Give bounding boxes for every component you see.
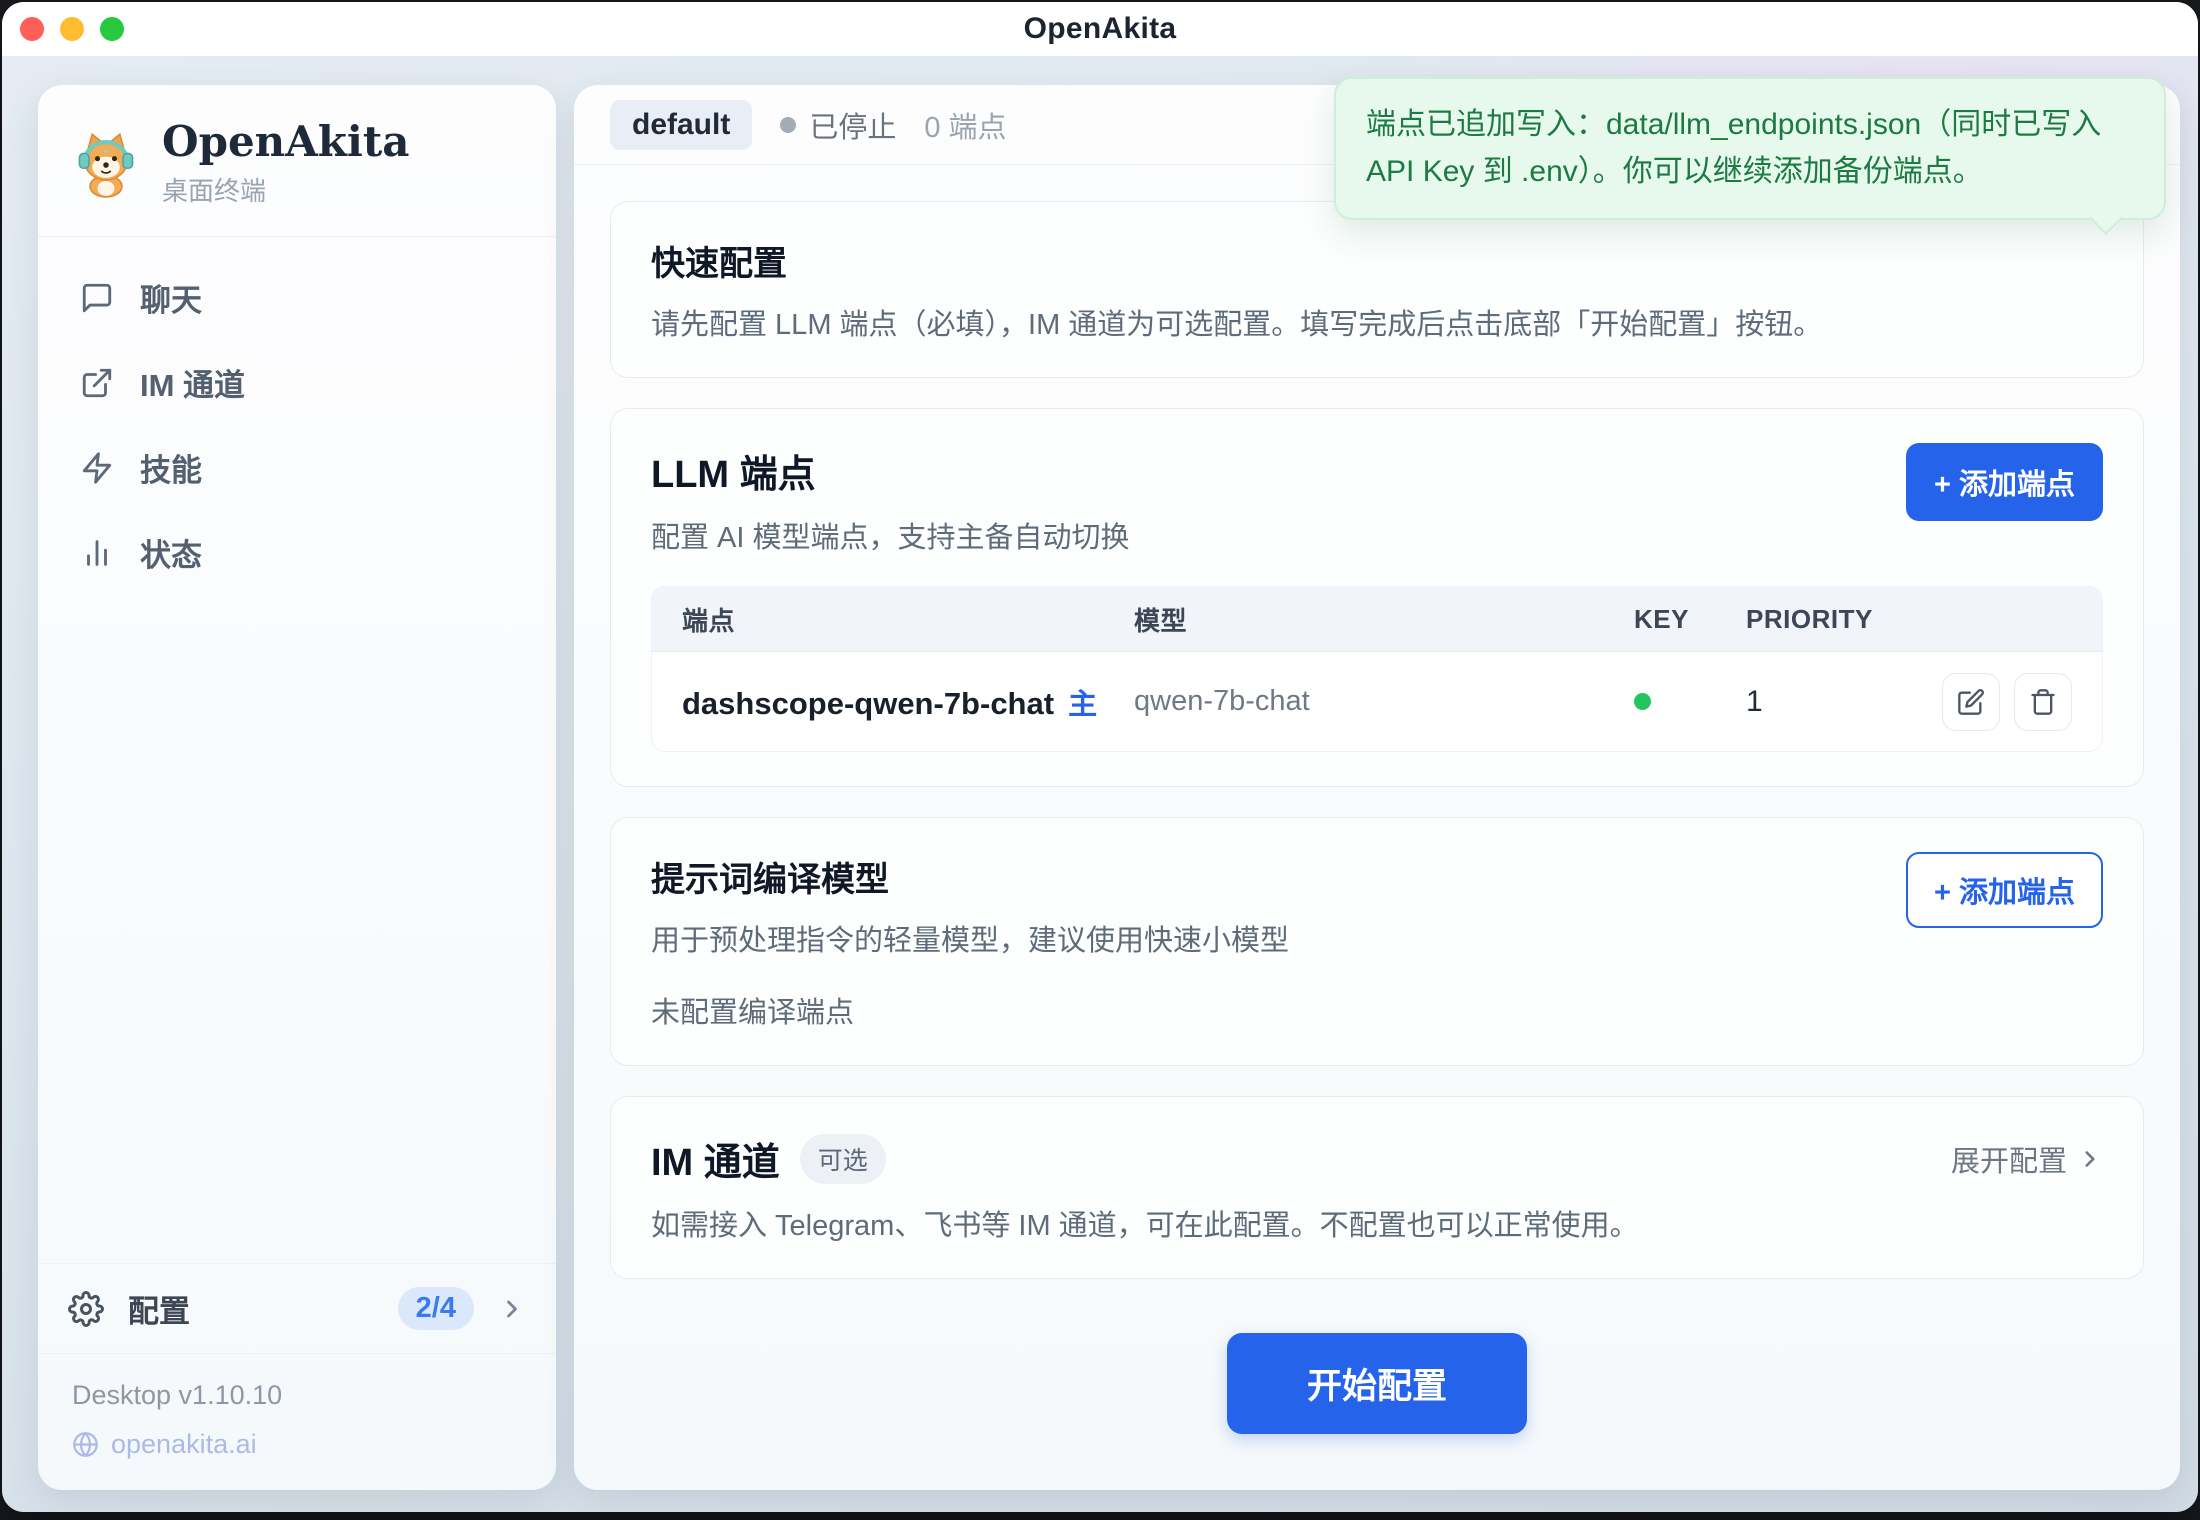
compile-model-description: 用于预处理指令的轻量模型，建议使用快速小模型 bbox=[651, 917, 1289, 959]
toast-message: 端点已追加写入：data/llm_endpoints.json（同时已写入 AP… bbox=[1366, 108, 2101, 188]
column-header-endpoint: 端点 bbox=[682, 601, 1134, 638]
quick-setup-title: 快速配置 bbox=[651, 236, 2103, 285]
sidebar: OpenAkita 桌面终端 聊天 IM 通道 技能 bbox=[38, 85, 556, 1490]
status-dot-icon bbox=[780, 117, 796, 133]
config-label: 配置 bbox=[128, 1286, 190, 1331]
trash-icon bbox=[2029, 688, 2057, 716]
chevron-right-icon bbox=[498, 1295, 526, 1323]
edit-endpoint-button[interactable] bbox=[1942, 673, 2000, 731]
endpoint-count: 0 端点 bbox=[924, 104, 1006, 146]
profile-badge[interactable]: default bbox=[610, 100, 752, 150]
table-row: dashscope-qwen-7b-chat 主 qwen-7b-chat 1 bbox=[652, 651, 2102, 751]
im-channels-description: 如需接入 Telegram、飞书等 IM 通道，可在此配置。不配置也可以正常使用… bbox=[651, 1202, 2103, 1244]
workspace: OpenAkita 桌面终端 聊天 IM 通道 技能 bbox=[2, 56, 2198, 1512]
sidebar-footer: Desktop v1.10.10 openakita.ai bbox=[38, 1354, 556, 1490]
im-channels-card: IM 通道 可选 展开配置 如需接入 Telegram、飞书等 IM 通道，可在… bbox=[610, 1096, 2144, 1279]
app-window: OpenAkita bbox=[2, 2, 2198, 1512]
website-link[interactable]: openakita.ai bbox=[72, 1429, 522, 1460]
im-channels-title: IM 通道 bbox=[651, 1131, 780, 1186]
app-subtitle: 桌面终端 bbox=[162, 171, 409, 208]
window-title: OpenAkita bbox=[2, 12, 2198, 46]
llm-endpoints-card: LLM 端点 配置 AI 模型端点，支持主备自动切换 + 添加端点 端点 模型 … bbox=[610, 408, 2144, 787]
sidebar-item-skills[interactable]: 技能 bbox=[62, 431, 532, 504]
add-endpoint-button[interactable]: + 添加端点 bbox=[1906, 443, 2103, 521]
app-name: OpenAkita bbox=[162, 119, 409, 165]
main-body: 快速配置 请先配置 LLM 端点（必填），IM 通道为可选配置。填写完成后点击底… bbox=[574, 165, 2180, 1470]
primary-tag: 主 bbox=[1068, 689, 1097, 721]
chat-icon bbox=[80, 281, 114, 315]
expand-config-link[interactable]: 展开配置 bbox=[1951, 1138, 2103, 1180]
sidebar-item-im-channels[interactable]: IM 通道 bbox=[62, 346, 532, 419]
delete-endpoint-button[interactable] bbox=[2014, 673, 2072, 731]
compile-model-title: 提示词编译模型 bbox=[651, 852, 1289, 901]
expand-config-label: 展开配置 bbox=[1951, 1138, 2067, 1180]
sidebar-item-label: IM 通道 bbox=[140, 360, 245, 405]
sidebar-nav: 聊天 IM 通道 技能 状态 bbox=[38, 237, 556, 613]
add-compile-endpoint-button[interactable]: + 添加端点 bbox=[1906, 852, 2103, 928]
llm-endpoints-title: LLM 端点 bbox=[651, 443, 1130, 498]
sidebar-item-label: 状态 bbox=[140, 530, 202, 575]
titlebar[interactable]: OpenAkita bbox=[2, 2, 2198, 56]
status-text: 已停止 bbox=[809, 104, 896, 146]
agent-status: 已停止 bbox=[780, 104, 896, 146]
quick-setup-card: 快速配置 请先配置 LLM 端点（必填），IM 通道为可选配置。填写完成后点击底… bbox=[610, 201, 2144, 378]
app-logo-row: OpenAkita 桌面终端 bbox=[38, 85, 556, 236]
llm-endpoints-description: 配置 AI 模型端点，支持主备自动切换 bbox=[651, 514, 1130, 556]
globe-icon bbox=[72, 1431, 99, 1458]
gear-icon bbox=[68, 1291, 104, 1327]
column-header-key: KEY bbox=[1634, 604, 1746, 635]
optional-badge: 可选 bbox=[800, 1134, 886, 1184]
edit-icon bbox=[1957, 688, 1985, 716]
toast-notification: 端点已追加写入：data/llm_endpoints.json（同时已写入 AP… bbox=[1334, 77, 2166, 220]
column-header-priority: PRIORITY bbox=[1746, 604, 2072, 635]
quick-setup-description: 请先配置 LLM 端点（必填），IM 通道为可选配置。填写完成后点击底部「开始配… bbox=[651, 301, 2103, 343]
table-header-row: 端点 模型 KEY PRIORITY bbox=[652, 587, 2102, 651]
chevron-right-icon bbox=[2077, 1146, 2103, 1172]
start-config-button[interactable]: 开始配置 bbox=[1227, 1333, 1527, 1434]
akita-mascot-logo bbox=[72, 130, 140, 198]
compile-model-card: 提示词编译模型 用于预处理指令的轻量模型，建议使用快速小模型 + 添加端点 未配… bbox=[610, 817, 2144, 1066]
config-progress-badge: 2/4 bbox=[398, 1287, 474, 1330]
column-header-model: 模型 bbox=[1134, 601, 1634, 638]
compile-model-empty-text: 未配置编译端点 bbox=[651, 989, 2103, 1031]
sidebar-item-label: 技能 bbox=[140, 445, 202, 490]
endpoint-model: qwen-7b-chat bbox=[1134, 685, 1634, 718]
sidebar-item-status[interactable]: 状态 bbox=[62, 516, 532, 589]
sidebar-spacer bbox=[38, 613, 556, 1263]
sidebar-item-chat[interactable]: 聊天 bbox=[62, 261, 532, 334]
website-url: openakita.ai bbox=[111, 1429, 257, 1460]
endpoint-priority: 1 bbox=[1746, 685, 1942, 719]
endpoints-table: 端点 模型 KEY PRIORITY dashscope-qwen-7b-cha… bbox=[651, 586, 2103, 752]
sidebar-item-label: 聊天 bbox=[140, 275, 202, 320]
sidebar-item-config[interactable]: 配置 2/4 bbox=[38, 1264, 556, 1353]
bar-chart-icon bbox=[80, 536, 114, 570]
main-panel: default 已停止 0 端点 快速配置 请先配置 LLM 端点（必填），IM… bbox=[574, 85, 2180, 1490]
zap-icon bbox=[80, 451, 114, 485]
endpoint-name: dashscope-qwen-7b-chat bbox=[682, 686, 1054, 721]
app-version: Desktop v1.10.10 bbox=[72, 1380, 522, 1411]
key-status-dot-icon bbox=[1634, 693, 1651, 710]
external-link-icon bbox=[80, 366, 114, 400]
